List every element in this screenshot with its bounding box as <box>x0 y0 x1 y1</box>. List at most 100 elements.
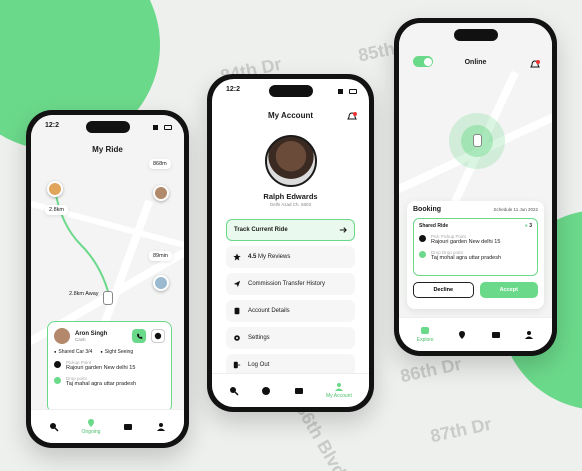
pickup-value: Rajouri garden New delhi 15 <box>66 365 136 371</box>
tab-label: Ongoing <box>81 429 101 435</box>
user-icon <box>525 330 534 339</box>
star-icon <box>233 253 241 261</box>
distance-label: 2.8km Away <box>69 291 99 297</box>
user-address: Delhi Azad Ch. 5803 <box>269 202 312 207</box>
search-icon <box>230 386 239 396</box>
chip: Shared Car 3/4 <box>54 349 92 355</box>
status-time: 12:2 <box>226 86 241 93</box>
tab-account[interactable] <box>156 422 166 432</box>
logout-icon <box>233 361 241 369</box>
wallet-icon <box>294 387 303 394</box>
tab-label: My Account <box>325 393 352 399</box>
street-label: 87th Dr <box>428 413 494 447</box>
search-icon <box>49 422 59 432</box>
seat-count: 3 <box>529 223 532 229</box>
pickup-dot <box>419 235 426 242</box>
avatar <box>54 328 70 344</box>
street-label: 86th Dr <box>398 353 464 387</box>
menu-label: My Reviews <box>258 254 291 260</box>
car-icon <box>473 134 482 147</box>
menu-item-commission-history[interactable]: Commission Transfer History <box>226 273 355 295</box>
tab-wallet[interactable] <box>491 330 501 340</box>
phone-my-account: 12:2 My Account Ralph Edwards Delhi Azad… <box>207 74 374 412</box>
ride-type: Shared Ride <box>419 223 449 229</box>
screen: 12:2 My Account Ralph Edwards Delhi Azad… <box>212 79 369 407</box>
chat-icon <box>421 327 430 334</box>
tab-label: Explore <box>416 337 434 343</box>
drop-dot <box>419 251 426 258</box>
tab-bar: My Account <box>212 373 369 407</box>
tab-explore[interactable]: Explore <box>417 326 434 343</box>
tab-bar: Ongoing <box>31 409 184 443</box>
user-icon <box>334 383 343 391</box>
user-name: Ralph Edwards <box>263 192 318 201</box>
ride-card[interactable]: Aron Singh Cash Shared Car 3/4 Sight See… <box>47 321 172 413</box>
menu-item-account-details[interactable]: Account Details <box>226 300 355 322</box>
tab-location[interactable] <box>457 330 467 340</box>
tab-account[interactable]: My Account <box>326 382 352 399</box>
booking-schedule: Schedule 11 Jun 2022 <box>493 207 538 212</box>
chat-icon <box>154 332 162 340</box>
tab-search[interactable] <box>229 386 239 396</box>
booking-details: Shared Ride ● 3 Pick Pickup Point Rajour… <box>413 218 538 276</box>
decline-button[interactable]: Decline <box>413 282 474 298</box>
screen: Online Booking Schedule 11 Jun 2022 Shar… <box>399 23 552 351</box>
notification-bell-icon[interactable] <box>347 109 357 120</box>
call-button[interactable] <box>132 329 146 343</box>
gear-icon <box>234 335 240 341</box>
pickup-dot <box>54 361 61 368</box>
menu-item-reviews[interactable]: 4.5 My Reviews <box>226 246 355 268</box>
document-icon <box>234 307 240 315</box>
phone-icon <box>136 333 142 339</box>
tab-search[interactable] <box>49 422 59 432</box>
phone-online: Online Booking Schedule 11 Jun 2022 Shar… <box>394 18 557 356</box>
drop-value: Taj mohal agra uttar pradesh <box>431 255 502 261</box>
location-pin-icon <box>459 330 466 339</box>
map-label-mid-right: 89min <box>149 251 172 261</box>
account-menu: Track Current Ride 4.5 My Reviews Commis… <box>226 219 355 376</box>
page-title: My Ride <box>92 145 123 154</box>
menu-label: Account Details <box>248 308 290 314</box>
map-label-top-right: 868m <box>149 159 171 169</box>
booking-title: Booking <box>413 206 441 213</box>
menu-item-settings[interactable]: Settings <box>226 327 355 349</box>
drop-value: Taj mahal agra uttar pradesh <box>66 381 137 387</box>
tab-wallet[interactable] <box>294 386 304 396</box>
status-time: 12:2 <box>45 122 60 129</box>
menu-label: Log Out <box>248 362 270 368</box>
page-title: My Account <box>267 111 314 120</box>
user-icon: ● <box>524 223 528 229</box>
wallet-icon <box>491 331 500 338</box>
menu-item-track-ride[interactable]: Track Current Ride <box>226 219 355 241</box>
payment-method: Cash <box>75 336 86 342</box>
phone-my-ride: 12:2 My Ride 868m 2.8km 89min 2.8km Away… <box>26 110 189 448</box>
arrow-right-icon <box>339 227 347 233</box>
car-icon <box>103 291 113 305</box>
menu-label: Settings <box>248 335 270 341</box>
send-icon <box>233 280 241 288</box>
avatar-pin[interactable] <box>153 275 169 291</box>
screen: 12:2 My Ride 868m 2.8km 89min 2.8km Away… <box>31 115 184 443</box>
tab-ongoing[interactable]: Ongoing <box>81 418 101 435</box>
chip: Sight Seeing <box>100 349 133 355</box>
notification-bell-icon[interactable] <box>530 57 540 68</box>
chat-button[interactable] <box>151 329 165 343</box>
user-icon <box>157 422 166 431</box>
tab-account[interactable] <box>524 330 534 340</box>
menu-label: Commission Transfer History <box>248 281 326 287</box>
location-pin-icon <box>87 419 94 427</box>
tab-wallet[interactable] <box>123 422 133 432</box>
accept-button[interactable]: Accept <box>479 282 538 298</box>
avatar[interactable] <box>264 135 317 187</box>
tab-bar: Explore <box>399 317 552 351</box>
pickup-value: Rajouri garden New delhi 15 <box>431 239 501 245</box>
avatar-pin[interactable] <box>153 185 169 201</box>
wallet-icon <box>124 423 133 430</box>
compass-icon <box>262 386 271 395</box>
tab-explore[interactable] <box>261 386 271 396</box>
menu-label: Track Current Ride <box>234 227 288 233</box>
booking-card[interactable]: Booking Schedule 11 Jun 2022 Shared Ride… <box>407 201 544 309</box>
avatar-pin[interactable] <box>47 181 63 197</box>
drop-dot <box>54 377 61 384</box>
rating-value: 4.5 <box>248 254 257 260</box>
